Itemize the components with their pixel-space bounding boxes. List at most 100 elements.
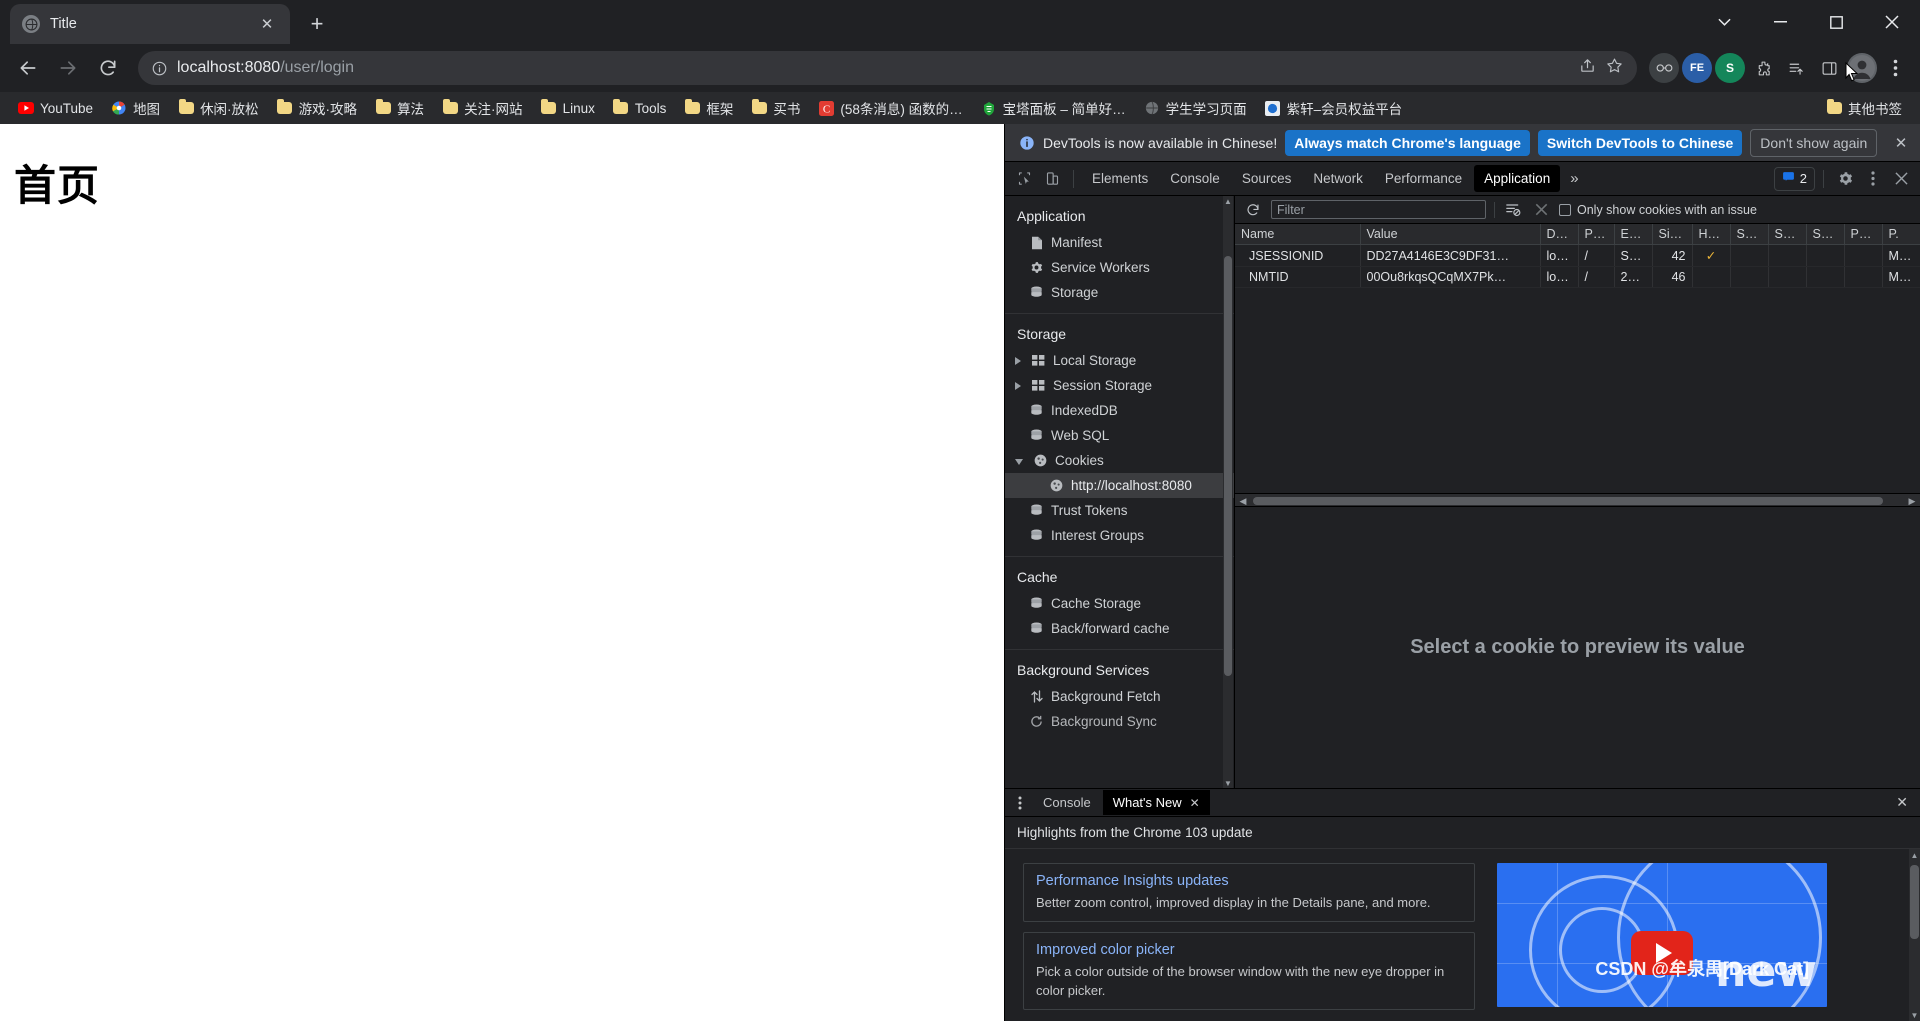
tab-console[interactable]: Console <box>1160 165 1230 192</box>
bookmark-item[interactable]: 游戏·攻略 <box>269 95 366 121</box>
maximize-icon[interactable] <box>1808 0 1864 44</box>
column-header-partitionkey[interactable]: P. <box>1882 224 1920 245</box>
chevron-right-icon[interactable] <box>1015 356 1021 365</box>
column-header-priority[interactable]: P… <box>1844 224 1883 245</box>
puzzle-icon[interactable] <box>1748 53 1778 83</box>
bookmark-item[interactable]: 休闲·放松 <box>170 95 267 121</box>
column-header-samesite[interactable]: S… <box>1768 224 1807 245</box>
inspect-element-icon[interactable] <box>1011 166 1037 192</box>
sidebar-item-service-workers[interactable]: Service Workers <box>1005 255 1234 280</box>
address-bar[interactable]: localhost:8080/user/login <box>138 51 1637 85</box>
panel-icon[interactable] <box>1814 53 1844 83</box>
bookmark-item[interactable]: YouTube <box>10 97 101 119</box>
sidebar-item-cookie-origin[interactable]: http://localhost:8080 <box>1005 473 1234 498</box>
bookmark-item[interactable]: 框架 <box>676 95 741 121</box>
extension-fe[interactable]: FE <box>1682 53 1712 83</box>
bookmark-item[interactable]: 地图 <box>103 95 168 121</box>
sidebar-item-cache-storage[interactable]: Cache Storage <box>1005 591 1234 616</box>
sidebar-item-indexeddb[interactable]: IndexedDB <box>1005 398 1234 423</box>
column-header-size[interactable]: Si… <box>1652 224 1693 245</box>
bookmark-item[interactable]: Linux <box>533 97 603 119</box>
forward-arrow-icon[interactable] <box>50 50 86 86</box>
grid-horizontal-scrollbar[interactable]: ◀ ▶ <box>1235 493 1920 507</box>
bookmark-item[interactable]: 学生学习页面 <box>1136 95 1255 121</box>
card-title[interactable]: Performance Insights updates <box>1036 873 1462 889</box>
sidebar-item-web-sql[interactable]: Web SQL <box>1005 423 1234 448</box>
close-icon[interactable]: ✕ <box>1884 794 1920 811</box>
window-close-icon[interactable] <box>1864 0 1920 44</box>
scroll-down-arrow[interactable]: ▼ <box>1910 1009 1919 1021</box>
table-row[interactable]: JSESSIONID DD27A4146E3C9DF31… lo… / S… 4… <box>1235 244 1920 267</box>
switch-devtools-to-chinese-button[interactable]: Switch DevTools to Chinese <box>1537 129 1743 156</box>
browser-tab[interactable]: Title ✕ <box>10 4 290 44</box>
whats-new-card[interactable]: Performance Insights updates Better zoom… <box>1023 863 1475 923</box>
sidebar-item-session-storage[interactable]: Session Storage <box>1005 373 1234 398</box>
extension-glasses[interactable] <box>1649 53 1679 83</box>
filter-input[interactable]: Filter <box>1271 200 1486 219</box>
whats-new-scroll-thumb[interactable] <box>1910 865 1919 939</box>
avatar-icon[interactable] <box>1847 53 1877 83</box>
table-row[interactable]: NMTID 00Ou8rkqsQCqMX7Pk… lo… / 2… 46 M… <box>1235 266 1920 288</box>
gear-icon[interactable] <box>1832 166 1858 192</box>
always-match-language-button[interactable]: Always match Chrome's language <box>1285 129 1530 156</box>
column-header-secure[interactable]: S… <box>1730 224 1769 245</box>
whats-new-video-thumbnail[interactable]: new CSDN @牟泉禺[Dark Cat] <box>1497 863 1827 1007</box>
chevron-down-icon[interactable] <box>1696 0 1752 44</box>
column-header-path[interactable]: P… <box>1578 224 1615 245</box>
column-header-name[interactable]: Name <box>1235 224 1361 245</box>
sidebar-item-back-forward-cache[interactable]: Back/forward cache <box>1005 616 1234 641</box>
grid-scroll-thumb[interactable] <box>1253 497 1883 505</box>
bookmark-item[interactable]: 宝塔面板 – 简单好… <box>973 95 1134 121</box>
extension-s[interactable]: S <box>1715 53 1745 83</box>
bookmark-item[interactable]: C (58条消息) 函数的… <box>810 95 970 121</box>
scroll-left-arrow[interactable]: ◀ <box>1235 494 1251 508</box>
chevron-right-icon[interactable] <box>1015 381 1021 390</box>
sidebar-item-cookies[interactable]: Cookies <box>1005 448 1234 473</box>
share-icon[interactable] <box>1579 57 1596 79</box>
other-bookmarks-button[interactable]: 其他书签 <box>1818 95 1910 121</box>
kebab-menu-icon[interactable] <box>1860 166 1886 192</box>
delete-cookie-icon[interactable] <box>1531 200 1551 220</box>
device-toggle-icon[interactable] <box>1039 166 1065 192</box>
tab-elements[interactable]: Elements <box>1082 165 1158 192</box>
chevron-double-right-icon[interactable]: » <box>1562 170 1586 187</box>
sidebar-item-background-sync[interactable]: Background Sync <box>1005 709 1234 734</box>
sidebar-scrollbar[interactable]: ▲ ▼ <box>1223 196 1233 788</box>
reload-icon[interactable] <box>90 50 126 86</box>
bookmark-item[interactable]: 关注·网站 <box>434 95 531 121</box>
column-header-expires[interactable]: E… <box>1614 224 1653 245</box>
sidebar-scroll-thumb[interactable] <box>1224 256 1232 676</box>
sidebar-item-background-fetch[interactable]: Background Fetch <box>1005 684 1234 709</box>
bookmark-item[interactable]: 紫轩–会员权益平台 <box>1257 95 1411 121</box>
sidebar-item-trust-tokens[interactable]: Trust Tokens <box>1005 498 1234 523</box>
drawer-tab-console[interactable]: Console <box>1033 790 1101 815</box>
bookmark-item[interactable]: 算法 <box>367 95 432 121</box>
close-icon[interactable]: ✕ <box>256 13 278 35</box>
bookmark-item[interactable]: Tools <box>605 97 675 119</box>
close-icon[interactable]: ✕ <box>1888 130 1914 156</box>
sidebar-item-local-storage[interactable]: Local Storage <box>1005 348 1234 373</box>
kebab-menu-icon[interactable] <box>1009 796 1031 810</box>
tab-network[interactable]: Network <box>1303 165 1373 192</box>
scroll-up-arrow[interactable]: ▲ <box>1910 849 1919 861</box>
scroll-right-arrow[interactable]: ▶ <box>1904 494 1920 508</box>
back-arrow-icon[interactable] <box>10 50 46 86</box>
star-icon[interactable] <box>1606 57 1623 79</box>
tab-application[interactable]: Application <box>1474 165 1561 192</box>
minimize-icon[interactable] <box>1752 0 1808 44</box>
column-header-httponly[interactable]: H… <box>1692 224 1731 245</box>
bookmark-item[interactable]: 买书 <box>743 95 808 121</box>
tab-performance[interactable]: Performance <box>1375 165 1472 192</box>
close-icon[interactable] <box>1888 166 1914 192</box>
close-icon[interactable]: ✕ <box>1190 796 1200 810</box>
info-circle-icon[interactable] <box>152 61 167 76</box>
tab-sources[interactable]: Sources <box>1232 165 1302 192</box>
sidebar-item-manifest[interactable]: Manifest <box>1005 230 1234 255</box>
dont-show-again-button[interactable]: Don't show again <box>1750 128 1878 157</box>
whats-new-scrollbar[interactable]: ▲ ▼ <box>1909 849 1920 1021</box>
sidebar-item-interest-groups[interactable]: Interest Groups <box>1005 523 1234 548</box>
drawer-tab-whats-new[interactable]: What's New ✕ <box>1102 790 1210 815</box>
whats-new-card[interactable]: Improved color picker Pick a color outsi… <box>1023 932 1475 1011</box>
issues-button[interactable]: 2 <box>1773 166 1815 191</box>
card-title[interactable]: Improved color picker <box>1036 942 1462 958</box>
